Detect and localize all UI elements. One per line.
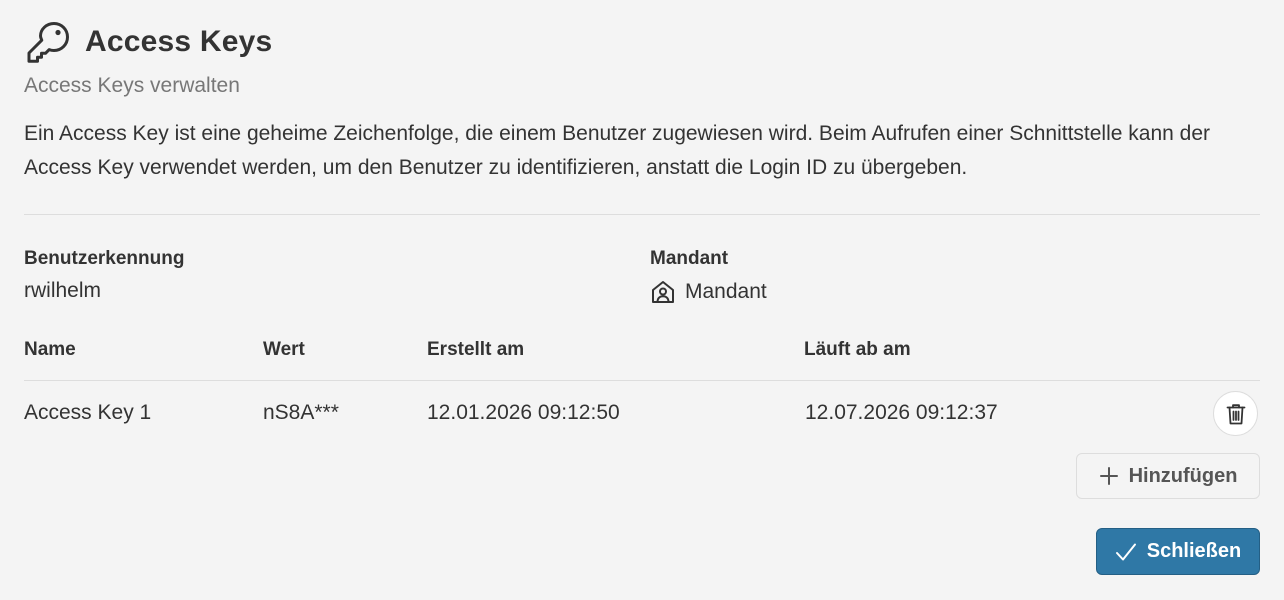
column-header-expires: Läuft ab am (804, 339, 911, 360)
user-id-label: Benutzerkennung (24, 248, 185, 269)
user-id-value: rwilhelm (24, 279, 102, 302)
plus-icon (1099, 466, 1119, 486)
section-divider (24, 214, 1260, 215)
trash-icon (1226, 403, 1246, 425)
home-icon (650, 279, 676, 305)
dialog-header: Access Keys (24, 20, 272, 64)
description-text: Ein Access Key ist eine geheime Zeichenf… (24, 122, 1210, 179)
page-title: Access Keys (85, 25, 273, 58)
column-header-value: Wert (263, 339, 305, 360)
column-header-name: Name (24, 339, 76, 360)
close-label: Schließen (1146, 540, 1242, 562)
column-header-created: Erstellt am (427, 339, 525, 360)
table-header-divider (24, 380, 1260, 381)
add-key-label: Hinzufügen (1128, 464, 1238, 487)
tenant-label: Mandant (650, 248, 729, 269)
tenant-value: Mandant (650, 279, 767, 305)
key-icon (24, 20, 72, 64)
access-keys-dialog: Access Keys Access Keys verwalten Ein Ac… (24, 0, 1260, 600)
cell-created: 12.01.2026 09:12:50 (427, 401, 620, 424)
delete-key-button[interactable] (1213, 391, 1258, 436)
add-key-button[interactable]: Hinzufügen (1076, 453, 1260, 499)
cell-expires: 12.07.2026 09:12:37 (805, 401, 998, 424)
cell-value: nS8A*** (263, 401, 339, 424)
page-subtitle: Access Keys verwalten (24, 74, 240, 97)
cell-name: Access Key 1 (24, 401, 152, 424)
close-button[interactable]: Schließen (1096, 528, 1260, 575)
tenant-value-text: Mandant (685, 280, 767, 303)
check-icon (1115, 542, 1137, 562)
